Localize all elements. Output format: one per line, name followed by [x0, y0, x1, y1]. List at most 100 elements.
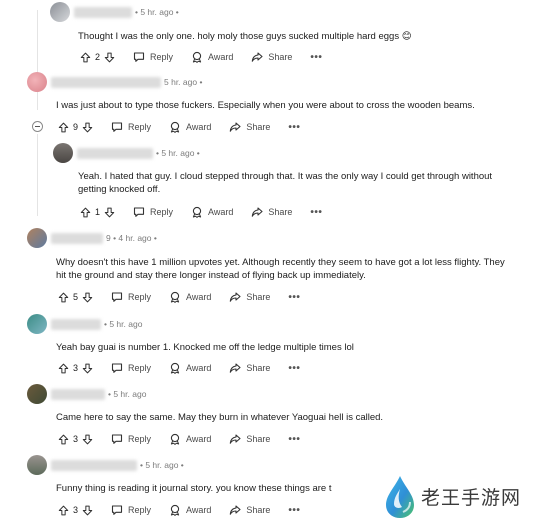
- award-label: Award: [208, 207, 234, 217]
- share-button[interactable]: Share: [251, 51, 292, 63]
- vote-count: 2: [95, 52, 101, 62]
- share-label: Share: [246, 122, 271, 132]
- award-icon: [169, 433, 181, 445]
- timestamp: • 5 hr. ago: [108, 389, 147, 399]
- upvote-icon[interactable]: [58, 434, 69, 445]
- reply-button[interactable]: Reply: [111, 121, 151, 133]
- reply-button[interactable]: Reply: [133, 206, 173, 218]
- username-redacted[interactable]: [51, 232, 103, 244]
- avatar[interactable]: [27, 228, 47, 248]
- award-button[interactable]: Award: [169, 433, 211, 445]
- comment-header: 9 • 4 hr. ago •: [27, 228, 157, 248]
- action-bar: 3 Reply Award Share •••: [58, 501, 300, 519]
- thread-line[interactable]: [37, 10, 38, 110]
- upvote-icon[interactable]: [80, 52, 91, 63]
- reply-label: Reply: [128, 292, 152, 302]
- share-button[interactable]: Share: [229, 362, 270, 374]
- vote-count: 1: [95, 207, 101, 217]
- upvote-icon[interactable]: [58, 122, 69, 133]
- downvote-icon[interactable]: [82, 434, 93, 445]
- more-options-button[interactable]: •••: [288, 122, 300, 133]
- more-options-button[interactable]: •••: [288, 505, 300, 516]
- downvote-icon[interactable]: [82, 505, 93, 516]
- downvote-icon[interactable]: [82, 292, 93, 303]
- share-label: Share: [268, 52, 293, 62]
- avatar[interactable]: [27, 384, 47, 404]
- username-redacted[interactable]: [51, 318, 101, 330]
- timestamp: • 5 hr. ago •: [156, 148, 200, 158]
- comment-header: • 5 hr. ago •: [53, 143, 200, 163]
- vote-count: 9: [73, 122, 79, 132]
- username-redacted[interactable]: [77, 147, 153, 159]
- watermark-text: 老王手游网: [421, 487, 522, 509]
- action-bar: 3 Reply Award Share •••: [58, 430, 300, 448]
- comment-text: Thought I was the only one. holy moly th…: [78, 31, 412, 42]
- username-redacted[interactable]: [51, 459, 137, 471]
- upvote-icon[interactable]: [80, 207, 91, 218]
- share-icon: [229, 433, 241, 445]
- comment-thread: • 5 hr. ago • Thought I was the only one…: [0, 0, 550, 523]
- share-label: Share: [246, 505, 271, 515]
- avatar[interactable]: [27, 314, 47, 334]
- share-button[interactable]: Share: [229, 504, 270, 516]
- reply-button[interactable]: Reply: [111, 291, 151, 303]
- more-options-button[interactable]: •••: [288, 292, 300, 303]
- more-options-button[interactable]: •••: [288, 363, 300, 374]
- vote-control: 5: [58, 292, 93, 303]
- comment-text: I was just about to type those fuckers. …: [56, 100, 475, 111]
- comment-text: Funny thing is reading it journal story.…: [56, 483, 332, 494]
- award-button[interactable]: Award: [191, 206, 233, 218]
- downvote-icon[interactable]: [104, 207, 115, 218]
- share-label: Share: [246, 292, 271, 302]
- reply-icon: [111, 362, 123, 374]
- vote-count: 5: [73, 292, 79, 302]
- award-icon: [191, 206, 203, 218]
- reply-button[interactable]: Reply: [133, 51, 173, 63]
- award-button[interactable]: Award: [169, 362, 211, 374]
- reply-button[interactable]: Reply: [111, 362, 151, 374]
- award-button[interactable]: Award: [169, 121, 211, 133]
- award-button[interactable]: Award: [169, 504, 211, 516]
- downvote-icon[interactable]: [82, 363, 93, 374]
- share-icon: [229, 121, 241, 133]
- more-options-button[interactable]: •••: [288, 434, 300, 445]
- thread-line[interactable]: [37, 134, 38, 216]
- avatar[interactable]: [27, 455, 47, 475]
- upvote-icon[interactable]: [58, 363, 69, 374]
- comment-header: • 5 hr. ago: [27, 384, 146, 404]
- avatar[interactable]: [50, 2, 70, 22]
- upvote-icon[interactable]: [58, 505, 69, 516]
- award-label: Award: [186, 505, 212, 515]
- username-redacted[interactable]: [51, 76, 161, 88]
- username-redacted[interactable]: [51, 388, 105, 400]
- share-button[interactable]: Share: [229, 121, 270, 133]
- avatar[interactable]: [27, 72, 47, 92]
- reply-label: Reply: [150, 207, 174, 217]
- reply-button[interactable]: Reply: [111, 504, 151, 516]
- downvote-icon[interactable]: [104, 52, 115, 63]
- share-icon: [229, 291, 241, 303]
- water-drop-logo-icon: [386, 475, 414, 518]
- vote-control: 2: [80, 52, 115, 63]
- avatar[interactable]: [53, 143, 73, 163]
- award-button[interactable]: Award: [191, 51, 233, 63]
- downvote-icon[interactable]: [82, 122, 93, 133]
- more-options-button[interactable]: •••: [310, 52, 322, 63]
- award-button[interactable]: Award: [169, 291, 211, 303]
- vote-count: 3: [73, 434, 79, 444]
- award-icon: [169, 504, 181, 516]
- reply-icon: [133, 206, 145, 218]
- vote-control: 1: [80, 207, 115, 218]
- reply-label: Reply: [128, 363, 152, 373]
- more-options-button[interactable]: •••: [310, 207, 322, 218]
- share-button[interactable]: Share: [229, 433, 270, 445]
- username-redacted[interactable]: [74, 6, 132, 18]
- upvote-icon[interactable]: [58, 292, 69, 303]
- collapse-thread-button[interactable]: [32, 121, 43, 132]
- reply-button[interactable]: Reply: [111, 433, 151, 445]
- action-bar: 2 Reply Award Share •••: [80, 48, 322, 66]
- share-button[interactable]: Share: [251, 206, 292, 218]
- award-icon: [169, 291, 181, 303]
- share-button[interactable]: Share: [229, 291, 270, 303]
- comment-header: • 5 hr. ago •: [50, 2, 179, 22]
